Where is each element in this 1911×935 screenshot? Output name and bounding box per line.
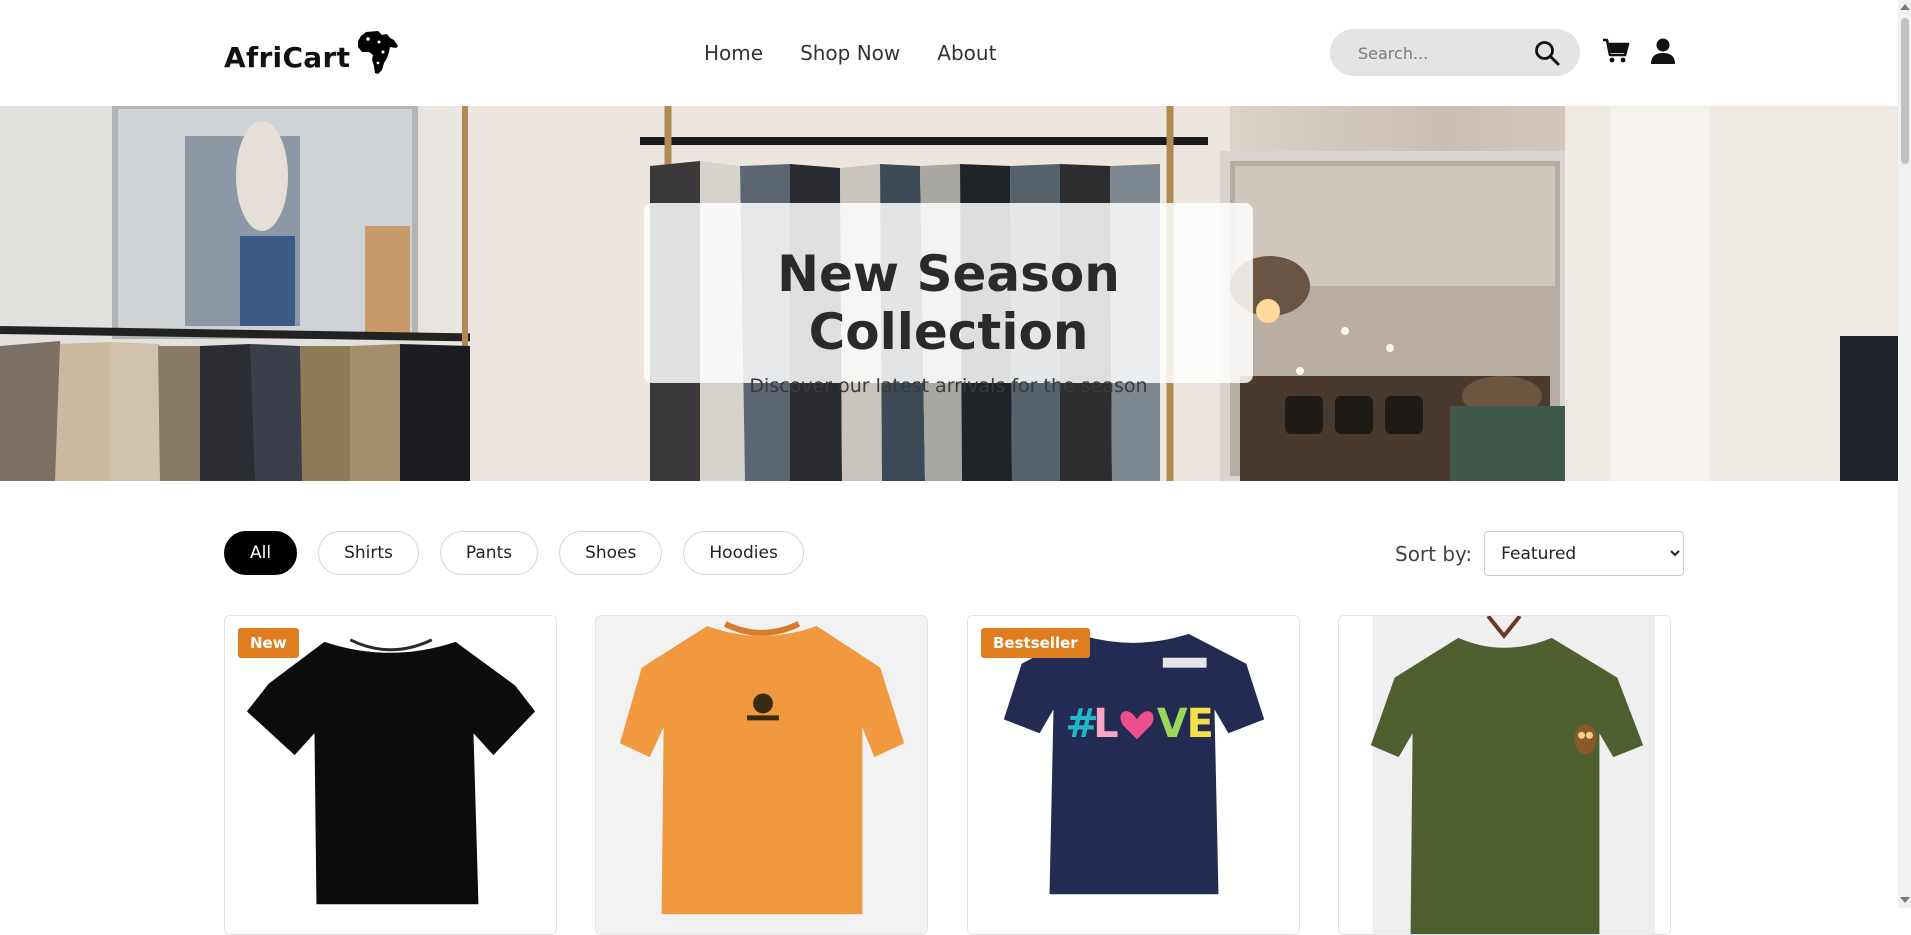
- filter-hoodies[interactable]: Hoodies: [683, 531, 804, 575]
- svg-text:L: L: [1093, 701, 1118, 747]
- hero-title: New Season Collection: [777, 245, 1120, 361]
- search-box: [1330, 29, 1580, 78]
- product-card[interactable]: New: [224, 615, 557, 935]
- hero-banner: New Season Collection Discover our lates…: [0, 106, 1898, 481]
- filter-shoes[interactable]: Shoes: [559, 531, 663, 575]
- sort-control: Sort by: Featured: [1395, 531, 1685, 576]
- svg-text:V: V: [1157, 701, 1188, 747]
- filter-all[interactable]: All: [224, 531, 298, 575]
- search-icon[interactable]: [1533, 39, 1561, 67]
- scroll-down-arrow-icon[interactable]: [1900, 897, 1910, 903]
- africa-map-icon: [358, 31, 399, 74]
- hero-card: New Season Collection Discover our lates…: [644, 203, 1253, 397]
- product-image-black-tshirt: [225, 616, 556, 934]
- search-input[interactable]: [1356, 29, 1530, 78]
- product-image-olive-owl-tshirt: [1339, 616, 1670, 934]
- filter-shirts[interactable]: Shirts: [318, 531, 419, 575]
- product-badge: Bestseller: [981, 628, 1090, 658]
- product-image-orange-tshirt: [596, 616, 927, 934]
- nav-shop-now[interactable]: Shop Now: [800, 40, 900, 66]
- product-badge: New: [238, 628, 299, 658]
- scrollbar-thumb[interactable]: [1901, 18, 1909, 164]
- product-card[interactable]: # L V E Bestseller: [967, 615, 1300, 935]
- nav-about[interactable]: About: [937, 40, 996, 66]
- main-nav: Home Shop Now About: [704, 40, 1033, 66]
- hero-subtitle: Discover our latest arrivals for the sea…: [749, 375, 1148, 397]
- category-filters: All Shirts Pants Shoes Hoodies: [224, 531, 804, 575]
- brand-logo[interactable]: AfriCart: [224, 30, 400, 76]
- product-card[interactable]: [595, 615, 928, 935]
- sort-label: Sort by:: [1395, 541, 1473, 566]
- filter-pants[interactable]: Pants: [439, 531, 539, 575]
- cart-icon[interactable]: [1601, 36, 1631, 66]
- sort-select[interactable]: Featured: [1484, 531, 1685, 576]
- site-header: AfriCart Home Shop Now About: [0, 0, 1898, 106]
- brand-name: AfriCart: [224, 41, 351, 74]
- nav-home[interactable]: Home: [704, 40, 763, 66]
- product-image-navy-love-tshirt: # L V E: [968, 616, 1299, 934]
- user-icon[interactable]: [1648, 36, 1678, 66]
- svg-text:E: E: [1187, 701, 1214, 747]
- product-card[interactable]: [1338, 615, 1671, 935]
- scroll-up-arrow-icon[interactable]: [1900, 4, 1910, 10]
- page-scrollbar[interactable]: [1898, 0, 1911, 908]
